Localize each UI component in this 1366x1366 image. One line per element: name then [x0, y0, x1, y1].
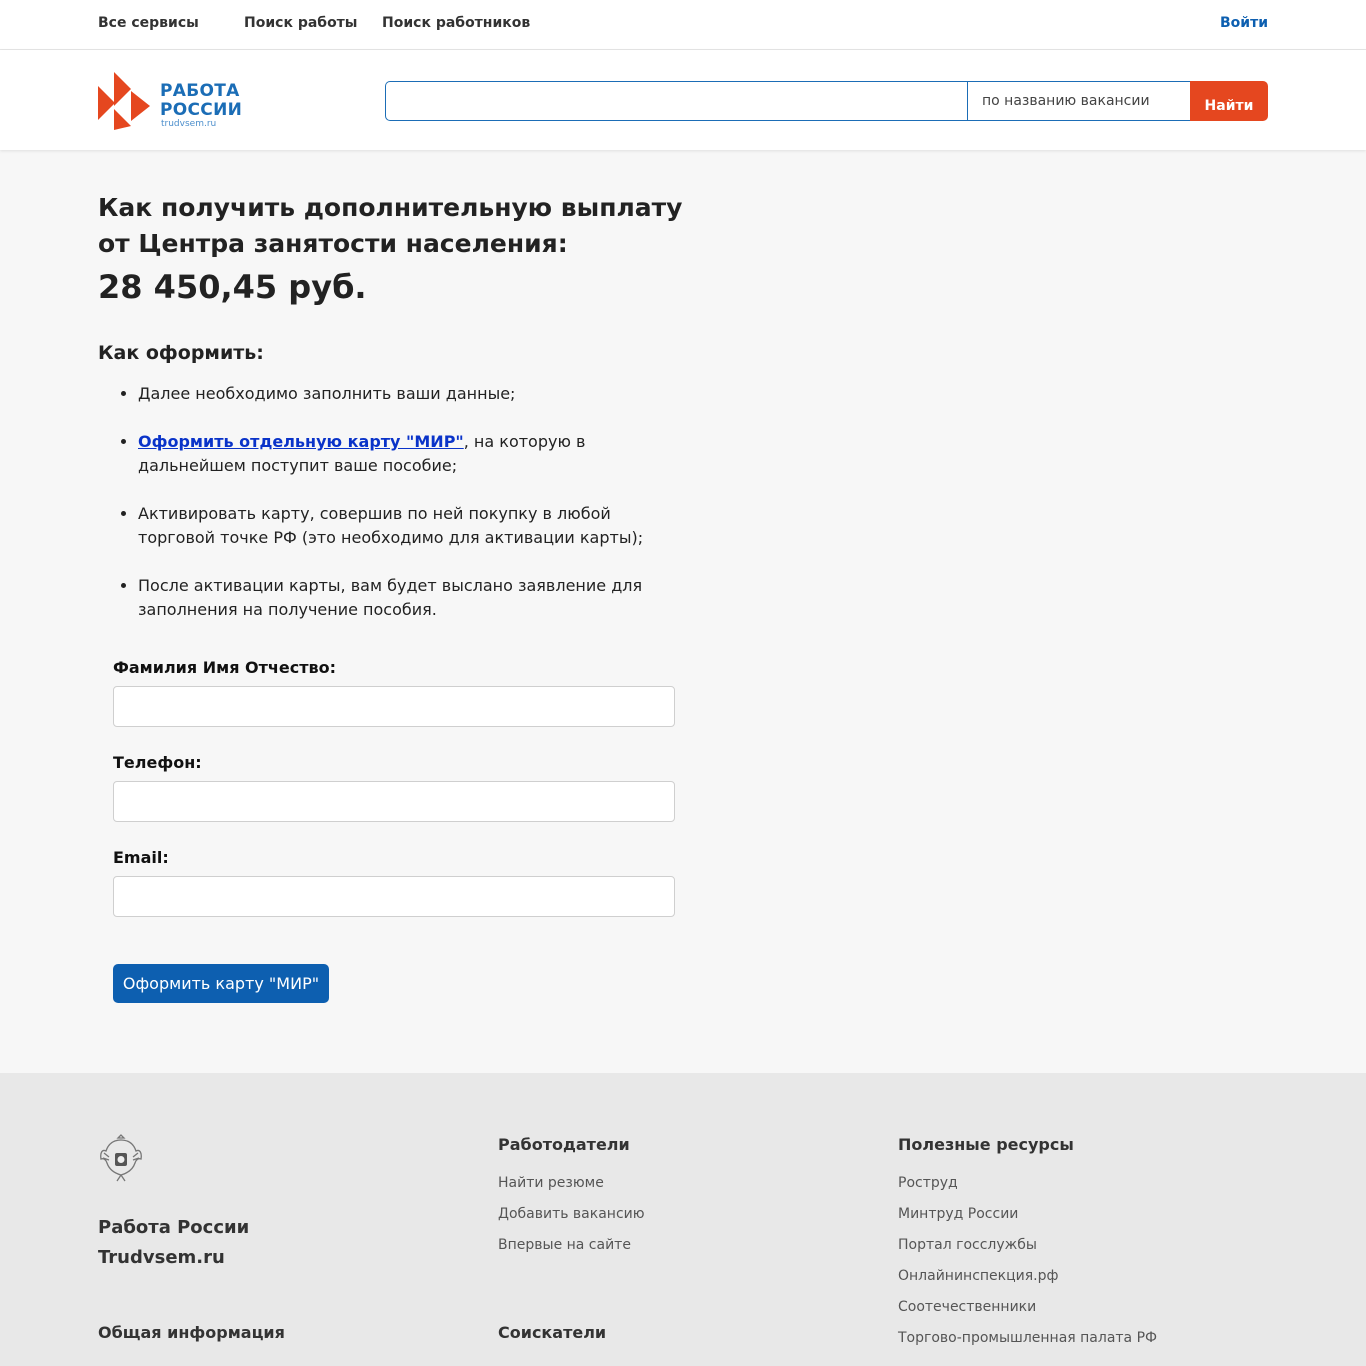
page-title: Как получить дополнительную выплату от Ц…	[98, 193, 683, 258]
footer-link-compatriots[interactable]: Соотечественники	[898, 1298, 1157, 1317]
main-content: Как получить дополнительную выплату от Ц…	[98, 190, 698, 646]
search-bar: по названию вакансии Найти	[385, 81, 1268, 121]
footer-brand: Работа России Trudvsem.ru	[98, 1217, 250, 1268]
footer-link-onlineinspection[interactable]: Онлайнинспекция.рф	[898, 1267, 1157, 1286]
logo-text-line2: РОССИИ	[160, 100, 243, 120]
footer-employers-column: Работодатели Найти резюме Добавить вакан…	[498, 1135, 645, 1267]
search-input[interactable]	[385, 81, 968, 121]
job-search-link[interactable]: Поиск работы	[244, 15, 357, 31]
site-logo[interactable]: РАБОТА РОССИИ trudvsem.ru	[98, 72, 248, 130]
email-field[interactable]	[113, 876, 675, 917]
all-services-link[interactable]: Все сервисы	[98, 15, 199, 31]
login-link[interactable]: Войти	[1220, 15, 1268, 31]
worker-search-link[interactable]: Поиск работников	[382, 15, 530, 31]
phone-label: Телефон:	[113, 753, 202, 772]
list-item: Активировать карту, совершив по ней поку…	[138, 502, 678, 550]
list-item: После активации карты, вам будет выслано…	[138, 574, 678, 622]
footer-link-rostrud[interactable]: Роструд	[898, 1174, 1157, 1193]
name-field[interactable]	[113, 686, 675, 727]
top-nav: Все сервисы Поиск работы Поиск работнико…	[0, 0, 1366, 50]
logo-text-line1: РАБОТА	[160, 81, 240, 101]
footer-link-gossluzhba[interactable]: Портал госслужбы	[898, 1236, 1157, 1255]
footer-link-first-time[interactable]: Впервые на сайте	[498, 1236, 645, 1255]
submit-mir-card-button[interactable]: Оформить карту "МИР"	[113, 964, 329, 1003]
search-type-select[interactable]: по названию вакансии	[967, 81, 1191, 121]
search-button[interactable]: Найти	[1190, 81, 1268, 121]
footer-seekers-column: Соискатели	[498, 1323, 606, 1362]
coat-of-arms-icon	[100, 1134, 142, 1182]
footer-link-add-vacancy[interactable]: Добавить вакансию	[498, 1205, 645, 1224]
footer-general-title: Общая информация	[98, 1323, 285, 1342]
site-footer: Работа России Trudvsem.ru Общая информац…	[0, 1073, 1366, 1366]
name-label: Фамилия Имя Отчество:	[113, 658, 337, 677]
list-item: Далее необходимо заполнить ваши данные;	[138, 382, 678, 406]
logo-site-text: trudvsem.ru	[161, 119, 217, 129]
footer-resources-column: Полезные ресурсы Роструд Минтруд России …	[898, 1135, 1157, 1360]
how-to-title: Как оформить:	[98, 342, 264, 364]
footer-resources-title: Полезные ресурсы	[898, 1135, 1074, 1154]
steps-list: Далее необходимо заполнить ваши данные; …	[98, 382, 698, 622]
footer-general-column: Общая информация	[98, 1323, 285, 1362]
footer-link-find-resume[interactable]: Найти резюме	[498, 1174, 645, 1193]
application-form: Фамилия Имя Отчество: Телефон: Email:	[113, 658, 675, 943]
list-item: Оформить отдельную карту "МИР", на котор…	[138, 430, 678, 478]
payment-amount: 28 450,45 руб.	[98, 268, 367, 306]
footer-employers-title: Работодатели	[498, 1135, 630, 1154]
mir-card-link[interactable]: Оформить отдельную карту "МИР"	[138, 432, 464, 451]
footer-link-chamber[interactable]: Торгово-промышленная палата РФ	[898, 1329, 1157, 1348]
phone-field[interactable]	[113, 781, 675, 822]
site-header: РАБОТА РОССИИ trudvsem.ru по названию ва…	[0, 50, 1366, 150]
footer-seekers-title: Соискатели	[498, 1323, 607, 1342]
email-label: Email:	[113, 848, 169, 867]
logo-mark-icon	[98, 72, 150, 130]
footer-link-mintrud[interactable]: Минтруд России	[898, 1205, 1157, 1224]
